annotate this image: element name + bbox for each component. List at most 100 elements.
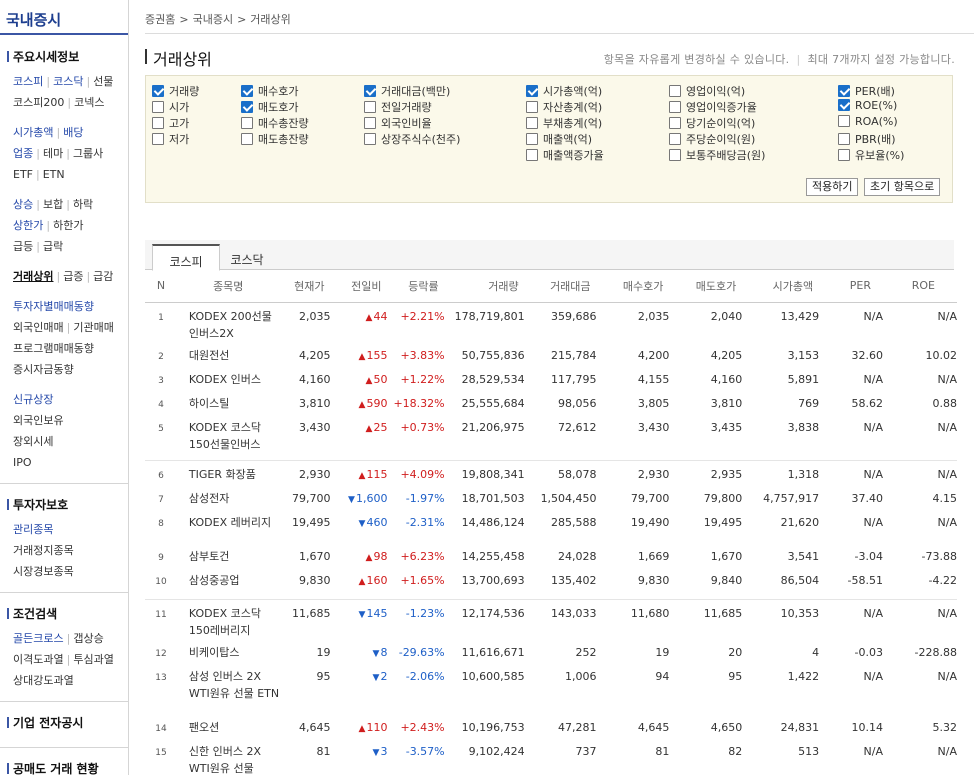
sidebar-link[interactable]: 코넥스 xyxy=(74,96,104,109)
stock-name-link[interactable]: 삼성 인버스 2X WTI원유 선물 ETN xyxy=(177,663,280,714)
checkbox-unchecked-icon[interactable] xyxy=(526,101,538,113)
checkbox-unchecked-icon[interactable] xyxy=(152,101,164,113)
sidebar-link[interactable]: 급증 xyxy=(63,270,83,283)
sidebar-link[interactable]: 급등 xyxy=(13,240,33,253)
option-checkbox[interactable]: 주당순이익(원) xyxy=(669,131,755,147)
stock-name-link[interactable]: 삼성중공업 xyxy=(177,567,280,591)
option-checkbox[interactable]: 거래량 xyxy=(152,83,199,99)
sidebar-link[interactable]: 상한가 xyxy=(13,219,43,232)
breadcrumb-item-domestic[interactable]: 국내증시 xyxy=(193,13,233,26)
sidebar-section-title[interactable]: 조건검색 xyxy=(7,605,128,622)
option-checkbox[interactable]: ROA(%) xyxy=(838,115,898,131)
checkbox-unchecked-icon[interactable] xyxy=(838,149,850,161)
sidebar-link[interactable]: 거래정지종목 xyxy=(13,544,74,557)
stock-name-link[interactable]: TIGER 화장품 xyxy=(177,461,280,486)
tab-kosdaq[interactable]: 코스닥 xyxy=(227,244,267,271)
option-checkbox[interactable]: 매출액(억) xyxy=(526,131,592,147)
sidebar-link[interactable]: 프로그램매매동향 xyxy=(13,342,94,355)
option-checkbox[interactable]: 매도호가 xyxy=(241,99,298,115)
option-checkbox[interactable]: 당기순이익(억) xyxy=(669,115,755,131)
sidebar-link[interactable]: 시가총액 xyxy=(13,126,53,139)
sidebar-link[interactable]: 업종 xyxy=(13,147,33,160)
stock-name-link[interactable]: KODEX 코스닥150레버리지 xyxy=(177,599,280,639)
sidebar-link[interactable]: 보합 xyxy=(43,198,63,211)
option-checkbox[interactable]: 외국인비율 xyxy=(364,115,432,131)
checkbox-unchecked-icon[interactable] xyxy=(364,101,376,113)
option-checkbox[interactable]: 저가 xyxy=(152,131,189,147)
checkbox-checked-icon[interactable] xyxy=(241,101,253,113)
option-checkbox[interactable]: 매수총잔량 xyxy=(241,115,309,131)
sidebar-link[interactable]: 투자자별매매동향 xyxy=(13,300,94,313)
checkbox-unchecked-icon[interactable] xyxy=(152,133,164,145)
sidebar-link[interactable]: 증시자금동향 xyxy=(13,363,74,376)
stock-name-link[interactable]: 대원전선 xyxy=(177,342,280,366)
stock-name-link[interactable]: 삼성전자 xyxy=(177,485,280,509)
sidebar-section-title[interactable]: 주요시세정보 xyxy=(7,48,128,65)
option-checkbox[interactable]: 매도총잔량 xyxy=(241,131,309,147)
sidebar-section-title[interactable]: 투자자보호 xyxy=(7,496,128,513)
option-checkbox[interactable]: 매출액증가율 xyxy=(526,147,604,163)
option-checkbox[interactable]: 영업이익(억) xyxy=(669,83,745,99)
stock-name-link[interactable]: KODEX 코스닥150선물인버스 xyxy=(177,414,280,453)
stock-name-link[interactable]: 비케이탑스 xyxy=(177,639,280,663)
checkbox-checked-icon[interactable] xyxy=(152,85,164,97)
option-checkbox[interactable]: ROE(%) xyxy=(838,99,897,115)
sidebar-link[interactable]: 관리종목 xyxy=(13,523,53,536)
option-checkbox[interactable]: 자산총계(억) xyxy=(526,99,602,115)
option-checkbox[interactable]: 시가총액(억) xyxy=(526,83,602,99)
sidebar-link[interactable]: 코스피200 xyxy=(13,96,64,109)
sidebar-link[interactable]: 코스닥 xyxy=(53,75,83,88)
stock-name-link[interactable]: 하이스틸 xyxy=(177,390,280,414)
apply-button[interactable]: 적용하기 xyxy=(806,178,859,196)
stock-name-link[interactable]: KODEX 레버리지 xyxy=(177,509,280,543)
checkbox-checked-icon[interactable] xyxy=(364,85,376,97)
checkbox-unchecked-icon[interactable] xyxy=(526,117,538,129)
sidebar-link[interactable]: 테마 xyxy=(43,147,63,160)
option-checkbox[interactable]: 매수호가 xyxy=(241,83,298,99)
sidebar-link[interactable]: 상승 xyxy=(13,198,33,211)
sidebar-link[interactable]: ETN xyxy=(43,168,65,181)
sidebar-link[interactable]: 투심과열 xyxy=(73,653,113,666)
sidebar-link[interactable]: 하한가 xyxy=(53,219,83,232)
sidebar-link[interactable]: IPO xyxy=(13,456,32,469)
sidebar-link[interactable]: 하락 xyxy=(73,198,93,211)
option-checkbox[interactable]: 거래대금(백만) xyxy=(364,83,450,99)
option-checkbox[interactable]: 부채총계(억) xyxy=(526,115,602,131)
sidebar-link[interactable]: 시장경보종목 xyxy=(13,565,74,578)
checkbox-unchecked-icon[interactable] xyxy=(241,133,253,145)
sidebar-link[interactable]: 기관매매 xyxy=(73,321,113,334)
sidebar-section-title[interactable]: 기업 전자공시 xyxy=(7,714,128,731)
sidebar-link[interactable]: 장외시세 xyxy=(13,435,53,448)
checkbox-checked-icon[interactable] xyxy=(241,85,253,97)
checkbox-unchecked-icon[interactable] xyxy=(241,117,253,129)
option-checkbox[interactable]: 상장주식수(천주) xyxy=(364,131,460,147)
checkbox-unchecked-icon[interactable] xyxy=(669,149,681,161)
option-checkbox[interactable]: PER(배) xyxy=(838,83,895,99)
option-checkbox[interactable]: 유보율(%) xyxy=(838,147,904,163)
option-checkbox[interactable]: 전일거래량 xyxy=(364,99,432,115)
stock-name-link[interactable]: 팬오션 xyxy=(177,714,280,738)
breadcrumb-item-home[interactable]: 증권홈 xyxy=(145,13,175,26)
checkbox-checked-icon[interactable] xyxy=(838,99,850,111)
sidebar-brand[interactable]: 국내증시 xyxy=(0,0,128,35)
stock-name-link[interactable]: KODEX 인버스 xyxy=(177,366,280,390)
sidebar-link[interactable]: 거래상위 xyxy=(13,270,53,283)
sidebar-link[interactable]: 배당 xyxy=(63,126,83,139)
checkbox-unchecked-icon[interactable] xyxy=(526,149,538,161)
checkbox-checked-icon[interactable] xyxy=(838,85,850,97)
sidebar-link[interactable]: 외국인매매 xyxy=(13,321,64,334)
sidebar-link[interactable]: 갭상승 xyxy=(73,632,103,645)
option-checkbox[interactable]: 고가 xyxy=(152,115,189,131)
sidebar-link[interactable]: 급락 xyxy=(43,240,63,253)
stock-name-link[interactable]: 삼부토건 xyxy=(177,543,280,567)
reset-columns-button[interactable]: 초기 항목으로 xyxy=(864,178,941,196)
tab-kospi[interactable]: 코스피 xyxy=(152,244,220,271)
checkbox-unchecked-icon[interactable] xyxy=(152,117,164,129)
checkbox-unchecked-icon[interactable] xyxy=(526,133,538,145)
sidebar-link[interactable]: ETF xyxy=(13,168,33,181)
sidebar-link[interactable]: 외국인보유 xyxy=(13,414,64,427)
checkbox-unchecked-icon[interactable] xyxy=(838,115,850,127)
checkbox-unchecked-icon[interactable] xyxy=(838,133,850,145)
checkbox-checked-icon[interactable] xyxy=(526,85,538,97)
checkbox-unchecked-icon[interactable] xyxy=(669,117,681,129)
